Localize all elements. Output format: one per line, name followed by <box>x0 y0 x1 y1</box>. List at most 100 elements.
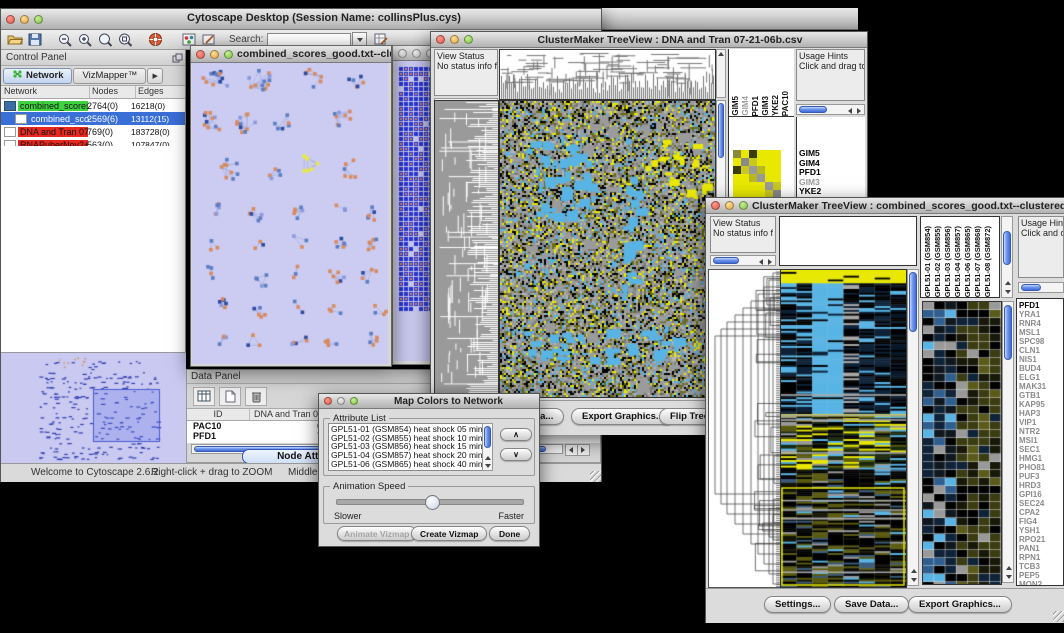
attribute-list-item[interactable]: GPL51-02 (GSM855) heat shock 10 min <box>331 434 490 443</box>
heatmap-cell <box>765 174 773 182</box>
attribute-listbox[interactable]: GPL51-01 (GSM854) heat shock 05 minGPL51… <box>328 423 493 471</box>
heatmap-cell <box>749 166 757 174</box>
nodes-count: 2569(6) <box>87 114 118 124</box>
zoom-button[interactable] <box>224 50 233 59</box>
close-button[interactable] <box>398 49 407 58</box>
heatmap-cell <box>765 150 773 158</box>
close-button[interactable] <box>6 15 15 24</box>
save-icon[interactable] <box>25 31 45 48</box>
data-scroll-right-button[interactable] <box>577 444 590 456</box>
tv2-zoom-heatmap[interactable] <box>922 301 1002 585</box>
tv2-heatmap[interactable] <box>780 269 907 588</box>
attribute-list-item[interactable]: GPL51-06 (GSM865) heat shock 40 min <box>331 460 490 469</box>
control-panel: Control Panel Network VizMapper™ ▶ Netwo… <box>1 50 186 463</box>
treeview2-titlebar: ClusterMaker TreeView : combined_scores_… <box>706 198 1064 214</box>
heatmap-cell <box>757 158 765 166</box>
attribute-list-item[interactable]: GPL51-03 (GSM856) heat shock 15 min <box>331 442 490 451</box>
minimize-button[interactable] <box>210 50 219 59</box>
float-panel-icon[interactable] <box>169 49 185 66</box>
zoom-actual-icon[interactable] <box>115 31 135 48</box>
close-button[interactable] <box>324 397 332 405</box>
network-overview-thumbnail[interactable] <box>1 352 186 463</box>
done-button[interactable]: Done <box>489 526 530 541</box>
file-icon <box>4 127 16 137</box>
column-label: GIM3 <box>761 96 770 116</box>
gene-label: PUF3 <box>1019 472 1063 481</box>
minimize-button[interactable] <box>337 397 345 405</box>
slider-faster-label: Faster <box>498 511 524 521</box>
attribute-list-vscrollbar[interactable] <box>482 423 493 471</box>
help-lifering-icon[interactable] <box>145 31 165 48</box>
tv1-row-dendrogram[interactable] <box>434 100 499 398</box>
heatmap-cell <box>741 174 749 182</box>
close-button[interactable] <box>196 50 205 59</box>
zoom-button[interactable] <box>34 15 43 24</box>
resize-grip[interactable] <box>590 471 601 482</box>
tv1-usage-hscrollbar[interactable] <box>796 104 865 115</box>
attribute-list-item[interactable]: GPL51-01 (GSM854) heat shock 05 min <box>331 425 490 434</box>
minimize-button[interactable] <box>725 201 734 210</box>
tv2-row-dendrogram[interactable] <box>708 269 781 588</box>
gene-label: PHO81 <box>1019 463 1063 472</box>
network-row[interactable]: combined_sco2569(6)13112(15) <box>1 112 185 125</box>
tab-overflow-button[interactable]: ▶ <box>147 68 163 84</box>
heatmap-cell <box>749 158 757 166</box>
zoom-in-icon[interactable] <box>75 31 95 48</box>
minimize-button[interactable] <box>412 49 421 58</box>
heatmap-cell <box>741 166 749 174</box>
resize-grip[interactable] <box>1053 611 1064 622</box>
tv2-heatmap-vscrollbar[interactable] <box>907 269 919 586</box>
tv1-heatmap[interactable] <box>499 100 716 398</box>
attribute-table-icon[interactable] <box>193 387 215 406</box>
zoom-selected-icon[interactable] <box>95 31 115 48</box>
tv2-zoom-vscrollbar[interactable] <box>1002 301 1014 583</box>
zoom-button[interactable] <box>464 35 473 44</box>
column-label: PFD1 <box>751 96 760 116</box>
heatmap-cell <box>733 166 741 174</box>
settings-button[interactable]: Settings... <box>764 596 831 613</box>
heatmap-cell <box>749 150 757 158</box>
tv2-labels-vscrollbar[interactable] <box>1001 216 1013 298</box>
network-tab-icon <box>12 69 23 82</box>
control-panel-header: Control Panel <box>1 52 169 63</box>
tv2-usage-hscrollbar[interactable] <box>1018 282 1064 293</box>
network-row[interactable]: combined_scores2764(0)16218(0) <box>1 99 185 112</box>
tv2-usage-hints-panel: Usage HintsClick and drag to <box>1018 216 1064 278</box>
trash-icon[interactable] <box>245 387 267 406</box>
export-graphics-button[interactable]: Export Graphics... <box>908 596 1012 613</box>
slider-thumb[interactable] <box>425 495 440 510</box>
tab-network[interactable]: Network <box>3 68 72 84</box>
create-vizmap-button[interactable]: Create Vizmap <box>411 526 487 541</box>
open-folder-icon[interactable] <box>5 31 25 48</box>
tv2-status-hscrollbar[interactable] <box>710 255 776 266</box>
zoom-out-icon[interactable] <box>55 31 75 48</box>
attribute-list-item[interactable]: GPL51-07 (GSM868) heat shock 60 min <box>331 469 490 471</box>
tv2-view-status-panel: View StatusNo status info f <box>710 216 776 253</box>
minimize-button[interactable] <box>20 15 29 24</box>
tv1-mini-heatmap[interactable] <box>733 150 781 198</box>
close-button[interactable] <box>711 201 720 210</box>
gene-label: MSL1 <box>1019 328 1063 337</box>
main-window-title: Cytoscape Desktop (Session Name: collins… <box>187 12 461 24</box>
close-button[interactable] <box>436 35 445 44</box>
move-attribute-up-button[interactable]: ∧ <box>500 428 532 441</box>
move-attribute-down-button[interactable]: ∨ <box>500 448 532 461</box>
column-label: GPL51-04 (GSM857) <box>953 226 962 297</box>
gene-label: ELG1 <box>1019 373 1063 382</box>
tv2-gene-list[interactable]: PFD1YRA1RNR4MSL1SPC98CLN1NIS1BUD4ELG1MAK… <box>1016 298 1064 586</box>
gene-label: RNR4 <box>1019 319 1063 328</box>
tab-vizmapper[interactable]: VizMapper™ <box>73 68 146 84</box>
animation-speed-slider[interactable] <box>336 499 524 505</box>
zoom-button[interactable] <box>739 201 748 210</box>
zoom-button[interactable] <box>350 397 358 405</box>
gene-label: PFD1 <box>1019 301 1063 310</box>
network-row[interactable]: DNA and Tran 07769(0)183728(0) <box>1 125 185 138</box>
save-data-button[interactable]: Save Data... <box>834 596 909 613</box>
network-canvas[interactable] <box>192 63 388 364</box>
status-message: Welcome to Cytoscape 2.6.2 <box>31 467 159 478</box>
new-page-icon[interactable] <box>219 387 241 406</box>
tv1-column-dendrogram[interactable] <box>499 49 716 100</box>
animate-vizmap-button[interactable]: Animate Vizmap <box>337 526 417 541</box>
attribute-list-item[interactable]: GPL51-04 (GSM857) heat shock 20 min <box>331 451 490 460</box>
minimize-button[interactable] <box>450 35 459 44</box>
